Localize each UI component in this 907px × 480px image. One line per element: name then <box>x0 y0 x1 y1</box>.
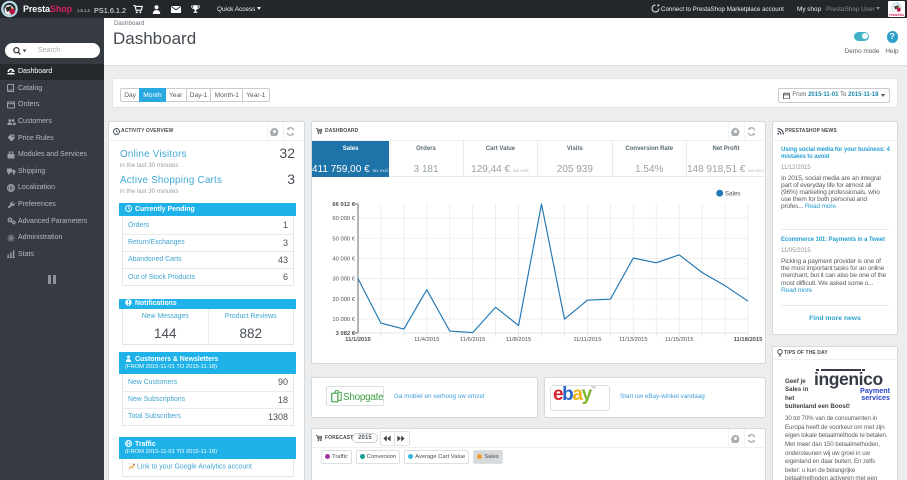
svg-text:11/11/2015: 11/11/2015 <box>573 337 601 343</box>
svg-text:10 000 €: 10 000 € <box>332 317 355 323</box>
svg-text:11/18/2015: 11/18/2015 <box>734 337 763 343</box>
svg-text:60 000 €: 60 000 € <box>332 216 355 222</box>
svg-text:Sales: Sales <box>725 191 740 198</box>
svg-text:40 000 €: 40 000 € <box>332 257 355 263</box>
svg-text:11/4/2015: 11/4/2015 <box>414 337 439 343</box>
svg-text:PrestaShop: PrestaShop <box>889 13 904 17</box>
svg-text:50 000 €: 50 000 € <box>332 236 355 242</box>
svg-text:11/15/2015: 11/15/2015 <box>665 337 694 343</box>
svg-text:11/8/2015: 11/8/2015 <box>506 337 531 343</box>
svg-text:30 000 €: 30 000 € <box>332 277 355 283</box>
svg-text:20 000 €: 20 000 € <box>332 297 355 303</box>
svg-text:11/13/2015: 11/13/2015 <box>619 337 648 343</box>
svg-text:66 912 €: 66 912 € <box>332 202 355 208</box>
svg-text:11/6/2015: 11/6/2015 <box>460 337 485 343</box>
svg-text:11/1/2015: 11/1/2015 <box>345 337 371 343</box>
